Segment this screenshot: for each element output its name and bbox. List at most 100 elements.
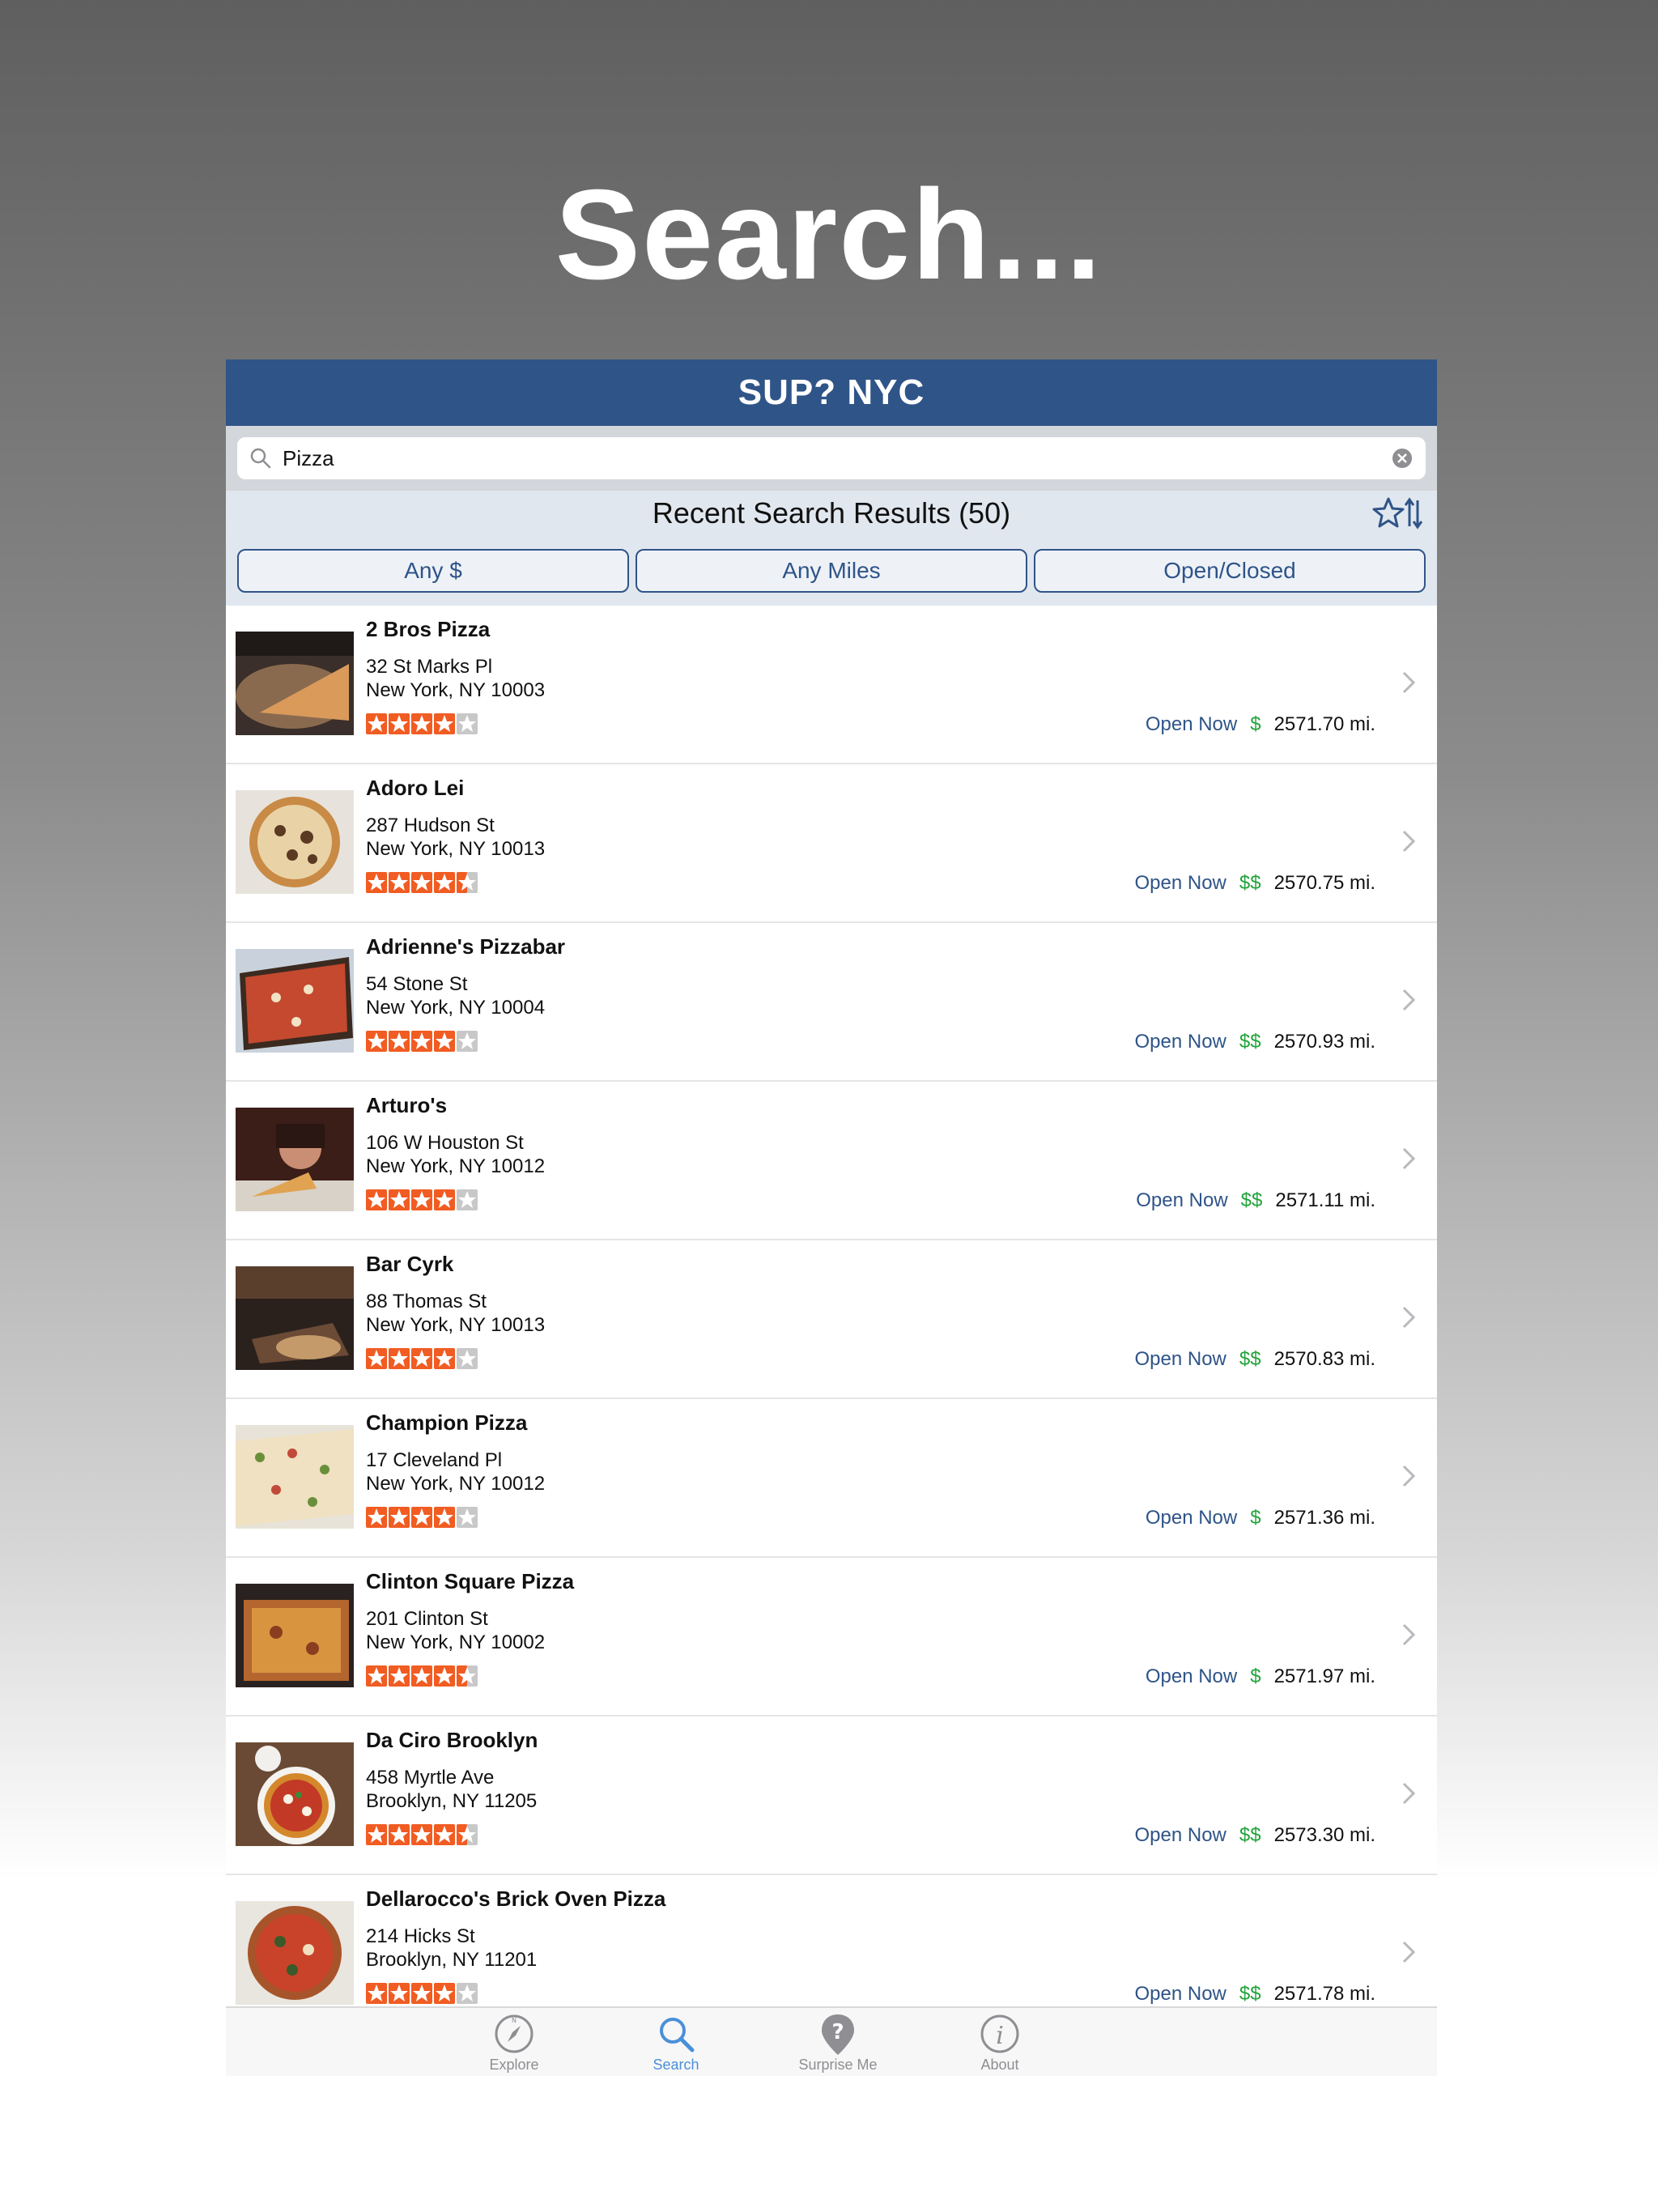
distance: 2571.78 mi. bbox=[1273, 1983, 1375, 2005]
restaurant-row[interactable]: Clinton Square Pizza 201 Clinton St New … bbox=[226, 1558, 1437, 1716]
app-screen: SUP? NYC Pizza Recent Search Results (50… bbox=[226, 359, 1437, 2076]
search-input[interactable]: Pizza bbox=[283, 446, 1390, 471]
restaurant-meta: Open Now $ 2571.70 mi. bbox=[1146, 713, 1375, 736]
distance: 2571.70 mi. bbox=[1273, 713, 1375, 735]
chevron-right-icon bbox=[1402, 1782, 1416, 1805]
restaurant-name: Arturo's bbox=[366, 1093, 448, 1117]
restaurant-address-city: New York, NY 10012 bbox=[366, 1155, 546, 1177]
restaurant-photo bbox=[236, 790, 354, 894]
restaurant-address-street: 458 Myrtle Ave bbox=[366, 1767, 495, 1789]
restaurant-photo bbox=[236, 949, 354, 1053]
price-level: $$ bbox=[1239, 1824, 1261, 1846]
chevron-right-icon bbox=[1402, 830, 1416, 853]
restaurant-address-city: Brooklyn, NY 11205 bbox=[366, 1790, 538, 1812]
restaurant-photo bbox=[236, 1425, 354, 1529]
search-bar: Pizza bbox=[226, 426, 1437, 491]
restaurant-meta: Open Now $$ 2570.75 mi. bbox=[1134, 872, 1375, 895]
restaurant-photo bbox=[236, 1742, 354, 1846]
restaurant-address-city: New York, NY 10013 bbox=[366, 1314, 546, 1336]
restaurant-address-street: 54 Stone St bbox=[366, 973, 468, 995]
tab-label: About bbox=[980, 2057, 1019, 2073]
price-filter-button[interactable]: Any $ bbox=[237, 549, 629, 593]
tab-surprise-me[interactable]: ? Surprise Me bbox=[789, 2011, 886, 2074]
restaurant-meta: Open Now $$ 2571.11 mi. bbox=[1136, 1189, 1375, 1212]
restaurant-meta: Open Now $$ 2573.30 mi. bbox=[1134, 1824, 1375, 1847]
restaurant-name: 2 Bros Pizza bbox=[366, 617, 491, 641]
restaurant-address-city: Brooklyn, NY 11201 bbox=[366, 1949, 538, 1971]
tab-explore[interactable]: N Explore bbox=[466, 2011, 563, 2074]
open-status: Open Now bbox=[1134, 872, 1226, 894]
restaurant-row[interactable]: 2 Bros Pizza 32 St Marks Pl New York, NY… bbox=[226, 606, 1437, 764]
rating-stars bbox=[366, 713, 478, 734]
tab-search[interactable]: Search bbox=[627, 2011, 725, 2074]
restaurant-address-city: New York, NY 10003 bbox=[366, 679, 546, 701]
open-closed-filter-button[interactable]: Open/Closed bbox=[1034, 549, 1426, 593]
restaurant-photo bbox=[236, 632, 354, 735]
rating-stars bbox=[366, 1983, 478, 2004]
price-level: $$ bbox=[1239, 1031, 1261, 1053]
restaurant-row[interactable]: Dellarocco's Brick Oven Pizza 214 Hicks … bbox=[226, 1875, 1437, 2008]
price-level: $ bbox=[1250, 1507, 1261, 1529]
restaurant-row[interactable]: Adoro Lei 287 Hudson St New York, NY 100… bbox=[226, 764, 1437, 923]
restaurant-address-city: New York, NY 10004 bbox=[366, 997, 546, 1019]
app-title: SUP? NYC bbox=[738, 372, 925, 412]
restaurant-meta: Open Now $ 2571.36 mi. bbox=[1146, 1507, 1375, 1529]
restaurant-address-street: 106 W Houston St bbox=[366, 1132, 524, 1154]
price-level: $ bbox=[1250, 713, 1261, 735]
rating-stars bbox=[366, 1824, 478, 1845]
price-level: $$ bbox=[1240, 1189, 1263, 1211]
question-pin-icon: ? bbox=[822, 2014, 854, 2055]
clear-icon[interactable] bbox=[1390, 446, 1414, 470]
restaurant-address-street: 201 Clinton St bbox=[366, 1608, 488, 1630]
tab-about[interactable]: i About bbox=[951, 2011, 1048, 2074]
distance: 2570.75 mi. bbox=[1273, 872, 1375, 894]
restaurant-row[interactable]: Adrienne's Pizzabar 54 Stone St New York… bbox=[226, 923, 1437, 1082]
restaurant-address-street: 287 Hudson St bbox=[366, 815, 495, 836]
nav-bar: SUP? NYC bbox=[226, 359, 1437, 426]
svg-text:N: N bbox=[512, 2017, 517, 2024]
search-field[interactable]: Pizza bbox=[237, 437, 1426, 479]
restaurant-row[interactable]: Bar Cyrk 88 Thomas St New York, NY 10013… bbox=[226, 1240, 1437, 1399]
price-level: $$ bbox=[1239, 1348, 1261, 1370]
chevron-right-icon bbox=[1402, 671, 1416, 694]
chevron-right-icon bbox=[1402, 989, 1416, 1011]
filter-bar: Any $ Any Miles Open/Closed bbox=[226, 536, 1437, 606]
restaurant-name: Adoro Lei bbox=[366, 776, 465, 800]
restaurant-meta: Open Now $$ 2570.83 mi. bbox=[1134, 1348, 1375, 1371]
restaurant-meta: Open Now $$ 2570.93 mi. bbox=[1134, 1031, 1375, 1053]
rating-stars bbox=[366, 1665, 478, 1687]
svg-text:i: i bbox=[996, 2022, 1004, 2050]
restaurant-meta: Open Now $$ 2571.78 mi. bbox=[1134, 1983, 1375, 2006]
distance: 2573.30 mi. bbox=[1273, 1824, 1375, 1846]
restaurant-photo bbox=[236, 1108, 354, 1211]
restaurant-name: Bar Cyrk bbox=[366, 1252, 454, 1276]
chevron-right-icon bbox=[1402, 1147, 1416, 1170]
search-icon bbox=[250, 448, 271, 469]
restaurant-row[interactable]: Champion Pizza 17 Cleveland Pl New York,… bbox=[226, 1399, 1437, 1558]
distance: 2570.93 mi. bbox=[1273, 1031, 1375, 1053]
rating-stars bbox=[366, 1031, 478, 1052]
rating-stars bbox=[366, 1507, 478, 1528]
magnifier-icon bbox=[660, 2018, 695, 2052]
results-list[interactable]: 2 Bros Pizza 32 St Marks Pl New York, NY… bbox=[226, 606, 1437, 2008]
restaurant-row[interactable]: Arturo's 106 W Houston St New York, NY 1… bbox=[226, 1082, 1437, 1240]
open-status: Open Now bbox=[1134, 1824, 1226, 1846]
restaurant-name: Champion Pizza bbox=[366, 1410, 528, 1435]
restaurant-row[interactable]: Da Ciro Brooklyn 458 Myrtle Ave Brooklyn… bbox=[226, 1716, 1437, 1875]
price-level: $ bbox=[1250, 1665, 1261, 1687]
tab-label: Explore bbox=[489, 2057, 539, 2073]
distance: 2571.36 mi. bbox=[1273, 1507, 1375, 1529]
open-status: Open Now bbox=[1134, 1983, 1226, 2005]
price-level: $$ bbox=[1239, 872, 1261, 894]
distance: 2571.97 mi. bbox=[1273, 1665, 1375, 1687]
open-status: Open Now bbox=[1145, 713, 1238, 735]
chevron-right-icon bbox=[1402, 1465, 1416, 1487]
restaurant-address-street: 17 Cleveland Pl bbox=[366, 1449, 503, 1471]
distance-filter-button[interactable]: Any Miles bbox=[636, 549, 1027, 593]
tab-label: Search bbox=[653, 2057, 699, 2073]
star-sort-icon[interactable] bbox=[1372, 496, 1422, 531]
restaurant-address-city: New York, NY 10013 bbox=[366, 838, 546, 860]
price-level: $$ bbox=[1239, 1983, 1261, 2005]
restaurant-photo bbox=[236, 1901, 354, 2005]
svg-text:?: ? bbox=[831, 2020, 844, 2044]
